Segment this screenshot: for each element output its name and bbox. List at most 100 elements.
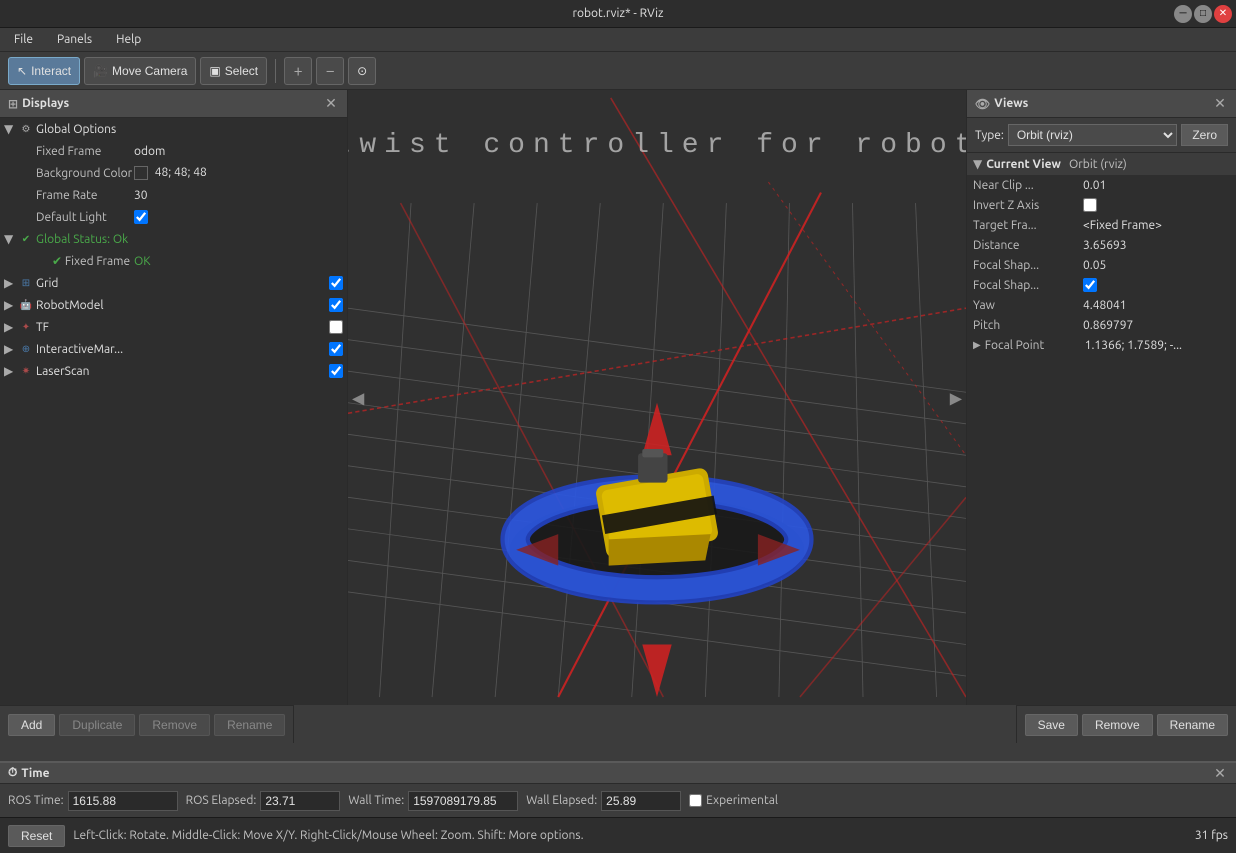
default-light-label: Default Light: [4, 211, 134, 224]
reset-button[interactable]: Reset: [8, 825, 65, 847]
fixed-frame-value[interactable]: odom: [134, 145, 165, 158]
tf-checkbox[interactable]: [329, 320, 343, 334]
views-header: 👁 Views ✕: [967, 90, 1236, 118]
grid-row[interactable]: ▶ ⊞ Grid: [0, 272, 347, 294]
minimize-button[interactable]: ─: [1174, 5, 1192, 23]
distance-value[interactable]: 3.65693: [1083, 239, 1127, 252]
wall-time-input[interactable]: [408, 791, 518, 811]
remove-button: Remove: [139, 714, 210, 736]
robotmodel-row[interactable]: ▶ 🤖 RobotModel: [0, 294, 347, 316]
camera-icon: 🎥: [93, 64, 108, 78]
interactivemarkers-checkbox[interactable]: [329, 342, 343, 356]
camera2-btn[interactable]: ⊙: [348, 57, 376, 85]
gs-fixed-frame-value: OK: [134, 255, 151, 268]
yaw-value[interactable]: 4.48041: [1083, 299, 1127, 312]
ros-elapsed-input[interactable]: [260, 791, 340, 811]
views-content: ▼ Current View Orbit (rviz) Near Clip ..…: [967, 153, 1236, 705]
experimental-checkbox[interactable]: [689, 794, 702, 807]
global-options-icon: ⚙: [18, 121, 34, 137]
grid-arrow[interactable]: ▶: [4, 276, 18, 290]
camera2-icon: ⊙: [357, 64, 367, 78]
robotmodel-label: RobotModel: [34, 299, 329, 312]
focal-shape2-checkbox[interactable]: [1083, 278, 1097, 292]
titlebar-title: robot.rviz* - RViz: [572, 7, 663, 20]
viewport-nav-left[interactable]: ◀: [348, 384, 368, 411]
select-button[interactable]: ▣ Select: [200, 57, 267, 85]
minus-icon-btn[interactable]: −: [316, 57, 344, 85]
grid-label: Grid: [34, 277, 329, 290]
focal-shape2-row: Focal Shap...: [967, 275, 1236, 295]
default-light-checkbox[interactable]: [134, 210, 148, 224]
tf-row[interactable]: ▶ ✦ TF: [0, 316, 347, 338]
views-close-button[interactable]: ✕: [1212, 96, 1228, 112]
views-remove-button[interactable]: Remove: [1082, 714, 1153, 736]
duplicate-button: Duplicate: [59, 714, 135, 736]
time-close-button[interactable]: ✕: [1212, 765, 1228, 781]
interactivemarkers-arrow[interactable]: ▶: [4, 342, 18, 356]
laserscan-checkbox[interactable]: [329, 364, 343, 378]
color-swatch[interactable]: [134, 166, 148, 180]
near-clip-value[interactable]: 0.01: [1083, 179, 1106, 192]
tf-arrow[interactable]: ▶: [4, 320, 18, 334]
add-button[interactable]: Add: [8, 714, 55, 736]
menubar: File Panels Help: [0, 28, 1236, 52]
cursor-icon: ↖: [17, 64, 27, 78]
main-area: ⊞ Displays ✕ ▼ ⚙ Global Options Fixed Fr…: [0, 90, 1236, 705]
focal-shape1-value[interactable]: 0.05: [1083, 259, 1106, 272]
menu-help[interactable]: Help: [110, 31, 147, 48]
displays-panel-icon: ⊞: [8, 97, 18, 111]
grid-checkbox[interactable]: [329, 276, 343, 290]
laserscan-row[interactable]: ▶ ✷ LaserScan: [0, 360, 347, 382]
menu-file[interactable]: File: [8, 31, 39, 48]
views-type-select[interactable]: Orbit (rviz): [1008, 124, 1177, 146]
target-frame-value[interactable]: <Fixed Frame>: [1083, 219, 1162, 232]
frame-rate-value[interactable]: 30: [134, 189, 148, 202]
ros-time-input[interactable]: [68, 791, 178, 811]
maximize-button[interactable]: □: [1194, 5, 1212, 23]
wall-elapsed-input[interactable]: [601, 791, 681, 811]
pitch-value[interactable]: 0.869797: [1083, 319, 1133, 332]
views-save-button[interactable]: Save: [1025, 714, 1078, 736]
global-options-row[interactable]: ▼ ⚙ Global Options: [0, 118, 347, 140]
viewport-nav-right[interactable]: ▶: [946, 384, 966, 411]
displays-close-button[interactable]: ✕: [323, 96, 339, 112]
displays-content[interactable]: ▼ ⚙ Global Options Fixed Frame odom Back…: [0, 118, 347, 705]
views-type-label: Type:: [975, 129, 1004, 142]
pitch-row: Pitch 0.869797: [967, 315, 1236, 335]
global-status-row[interactable]: ▼ ✔ Global Status: Ok: [0, 228, 347, 250]
minus-icon: −: [326, 62, 335, 80]
near-clip-label: Near Clip ...: [973, 179, 1083, 192]
target-frame-label: Target Fra...: [973, 219, 1083, 232]
robot-scene-svg: [348, 90, 966, 705]
robotmodel-checkbox[interactable]: [329, 298, 343, 312]
close-button[interactable]: ✕: [1214, 5, 1232, 23]
distance-row: Distance 3.65693: [967, 235, 1236, 255]
interact-button[interactable]: ↖ Interact: [8, 57, 80, 85]
robotmodel-arrow[interactable]: ▶: [4, 298, 18, 312]
viewport[interactable]: twist controller for robot ◀ ▶: [348, 90, 966, 705]
global-options-arrow[interactable]: ▼: [4, 122, 18, 136]
global-status-icon: ✔: [18, 231, 34, 247]
views-zero-button[interactable]: Zero: [1181, 124, 1228, 146]
laserscan-arrow[interactable]: ▶: [4, 364, 18, 378]
menu-panels[interactable]: Panels: [51, 31, 98, 48]
background-color-row: Background Color 48; 48; 48: [0, 162, 347, 184]
current-view-header[interactable]: ▼ Current View Orbit (rviz): [967, 153, 1236, 175]
toolbar: ↖ Interact 🎥 Move Camera ▣ Select + − ⊙: [0, 52, 1236, 90]
displays-buttons: Add Duplicate Remove Rename: [0, 705, 294, 743]
focal-point-value[interactable]: 1.1366; 1.7589; -...: [1085, 339, 1182, 352]
toolbar-separator-1: [275, 59, 276, 83]
interactivemarkers-row[interactable]: ▶ ⊕ InteractiveMar...: [0, 338, 347, 360]
focal-point-arrow[interactable]: ▶: [973, 339, 981, 351]
ros-time-label: ROS Time:: [8, 794, 64, 807]
invert-z-checkbox[interactable]: [1083, 198, 1097, 212]
views-rename-button[interactable]: Rename: [1157, 714, 1228, 736]
frame-rate-label: Frame Rate: [4, 189, 134, 202]
default-light-row: Default Light: [0, 206, 347, 228]
move-camera-button[interactable]: 🎥 Move Camera: [84, 57, 196, 85]
current-view-arrow: ▼: [973, 157, 982, 171]
add-icon-btn[interactable]: +: [284, 57, 312, 85]
global-status-arrow[interactable]: ▼: [4, 232, 18, 246]
fps-display: 31 fps: [1195, 829, 1228, 842]
focal-point-label: Focal Point: [985, 339, 1085, 352]
